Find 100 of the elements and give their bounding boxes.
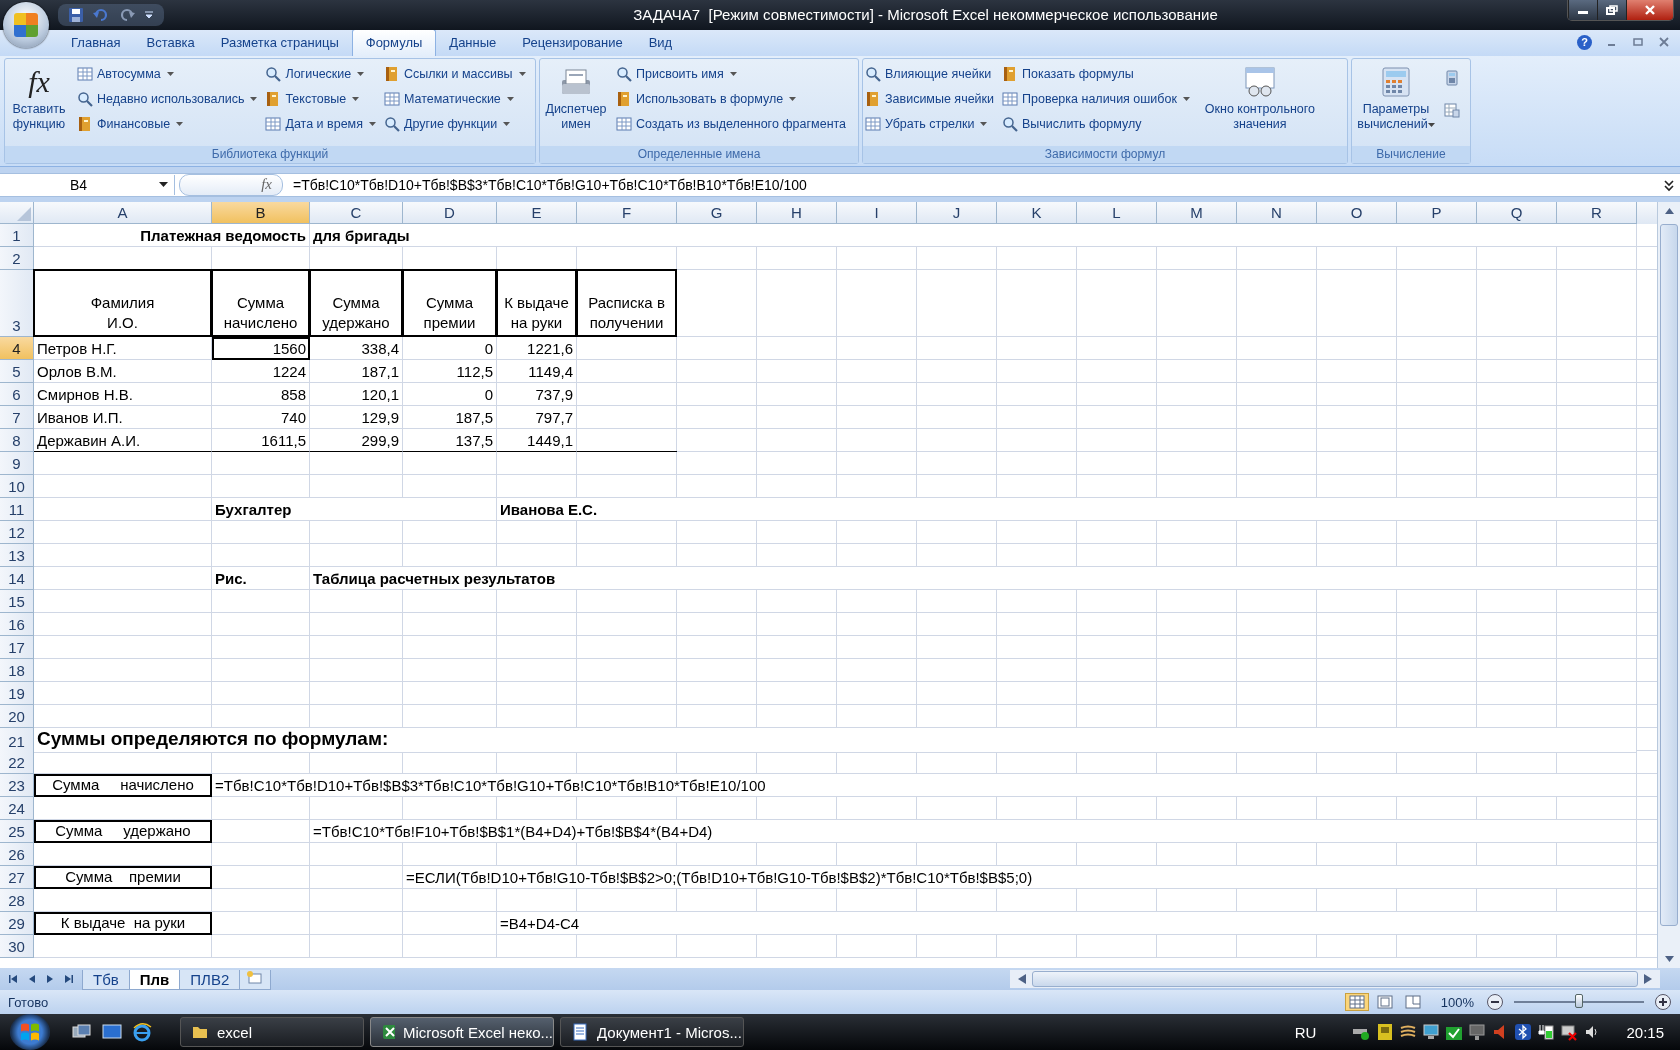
column-header[interactable]: I bbox=[837, 201, 917, 224]
ribbon-tab[interactable]: Вставка bbox=[133, 29, 208, 56]
row-header[interactable]: 2 bbox=[0, 246, 34, 270]
column-header[interactable]: M bbox=[1157, 201, 1237, 224]
row-header[interactable]: 25 bbox=[0, 819, 34, 843]
taskbar-button[interactable]: excel bbox=[180, 1017, 364, 1047]
view-button[interactable] bbox=[1344, 993, 1369, 1011]
column-header[interactable]: O bbox=[1317, 201, 1397, 224]
ribbon-button[interactable]: Создать из выделенного фрагмента bbox=[616, 113, 849, 134]
column-header[interactable]: H bbox=[757, 201, 837, 224]
row-header[interactable]: 7 bbox=[0, 405, 34, 429]
formula-field[interactable]: =Тбв!C10*Тбв!D10+Тбв!$B$3*Тбв!C10*Тбв!G10+Тбв!C10*Тбв!B10*Тбв!E10/100 bbox=[283, 176, 1658, 193]
row-header[interactable]: 15 bbox=[0, 589, 34, 613]
column-header[interactable]: G bbox=[677, 201, 757, 224]
row-header[interactable]: 10 bbox=[0, 474, 34, 498]
ribbon-button[interactable]: Присвоить имя bbox=[616, 63, 849, 84]
row-header[interactable]: 11 bbox=[0, 497, 34, 521]
row-header[interactable]: 27 bbox=[0, 865, 34, 889]
ribbon-button[interactable]: Показать формулы bbox=[1002, 63, 1192, 84]
minimize-button[interactable] bbox=[1568, 0, 1597, 20]
close-button[interactable] bbox=[1626, 0, 1673, 20]
row-header[interactable]: 17 bbox=[0, 635, 34, 659]
column-header[interactable]: Q bbox=[1477, 201, 1557, 224]
column-header[interactable]: R bbox=[1557, 201, 1637, 224]
desktop-icon[interactable] bbox=[102, 1023, 122, 1041]
row-header[interactable]: 16 bbox=[0, 612, 34, 636]
horizontal-scrollbar[interactable] bbox=[1010, 970, 1660, 989]
restore-button[interactable] bbox=[1597, 0, 1626, 20]
bluetooth-icon[interactable] bbox=[1514, 1023, 1533, 1041]
ribbon-button[interactable]: Использовать в формуле bbox=[616, 88, 849, 109]
taskbar-button[interactable]: Microsoft Excel неко... bbox=[370, 1017, 554, 1047]
ribbon-button[interactable]: Финансовые bbox=[77, 113, 260, 134]
row-header[interactable]: 23 bbox=[0, 773, 34, 797]
ribbon-large-button[interactable]: fx Вставить функцию bbox=[7, 61, 71, 143]
zoom-slider-thumb[interactable] bbox=[1575, 994, 1583, 1008]
row-header[interactable]: 9 bbox=[0, 451, 34, 475]
name-box[interactable]: B4 bbox=[0, 174, 175, 195]
office-button[interactable] bbox=[3, 2, 49, 48]
row-header[interactable]: 4 bbox=[0, 336, 34, 360]
ribbon-tab[interactable]: Данные bbox=[436, 29, 510, 56]
switch-windows-icon[interactable] bbox=[72, 1023, 92, 1041]
ribbon-large-button[interactable]: Параметры вычислений bbox=[1354, 61, 1438, 143]
save-icon[interactable] bbox=[68, 7, 84, 23]
power-icon[interactable] bbox=[1537, 1023, 1556, 1041]
row-header[interactable]: 1 bbox=[0, 223, 34, 247]
sheet-nav-icon[interactable] bbox=[8, 973, 20, 986]
column-header[interactable]: E bbox=[497, 201, 577, 224]
row-header[interactable]: 22 bbox=[0, 750, 34, 774]
sheet-tab[interactable]: ПЛВ2 bbox=[179, 970, 241, 991]
start-button[interactable] bbox=[10, 1014, 50, 1050]
ribbon-button[interactable]: Влияющие ячейки bbox=[865, 63, 997, 84]
sheet-nav-icon[interactable] bbox=[62, 973, 74, 986]
ribbon-button[interactable]: Вычислить формулу bbox=[1002, 113, 1192, 134]
ribbon-button[interactable]: Другие функции bbox=[383, 113, 528, 134]
column-header[interactable]: B bbox=[212, 201, 310, 224]
row-header[interactable]: 18 bbox=[0, 658, 34, 682]
column-header[interactable]: C bbox=[310, 201, 403, 224]
restore-icon[interactable] bbox=[1632, 36, 1644, 49]
column-header[interactable]: F bbox=[577, 201, 677, 224]
ribbon-tab[interactable]: Разметка страницы bbox=[207, 29, 352, 56]
row-header[interactable]: 3 bbox=[0, 269, 34, 337]
ribbon-button[interactable]: Логические bbox=[265, 63, 378, 84]
redo-icon[interactable] bbox=[118, 7, 136, 23]
vertical-scrollbar[interactable] bbox=[1657, 201, 1680, 969]
ribbon-button[interactable]: Автосумма bbox=[77, 63, 260, 84]
column-header[interactable]: D bbox=[403, 201, 497, 224]
ribbon-large-button[interactable]: Диспетчер имен bbox=[542, 61, 610, 143]
row-header[interactable]: 20 bbox=[0, 704, 34, 728]
ribbon-button[interactable]: Дата и время bbox=[265, 113, 378, 134]
sheet-tab[interactable]: Плв bbox=[128, 970, 181, 991]
network-disconnected-icon[interactable] bbox=[1560, 1023, 1579, 1041]
ribbon-tab[interactable]: Вид bbox=[635, 29, 686, 56]
ribbon-tab[interactable]: Формулы bbox=[351, 28, 437, 56]
ribbon-button[interactable]: Убрать стрелки bbox=[865, 113, 997, 134]
zoom-out-icon[interactable] bbox=[1486, 993, 1504, 1011]
row-header[interactable]: 26 bbox=[0, 842, 34, 866]
column-header[interactable]: K bbox=[997, 201, 1077, 224]
expand-icon[interactable] bbox=[1662, 177, 1676, 192]
column-header[interactable]: N bbox=[1237, 201, 1317, 224]
row-header[interactable]: 29 bbox=[0, 911, 34, 935]
ribbon-tab[interactable]: Главная bbox=[58, 29, 134, 56]
row-header[interactable]: 6 bbox=[0, 382, 34, 406]
close-icon[interactable] bbox=[1658, 36, 1670, 49]
monitor-icon[interactable] bbox=[1468, 1023, 1487, 1041]
column-header[interactable]: P bbox=[1397, 201, 1477, 224]
insert-function-button[interactable]: fx bbox=[179, 173, 283, 196]
row-header[interactable]: 5 bbox=[0, 359, 34, 383]
row-header[interactable]: 13 bbox=[0, 543, 34, 567]
column-header[interactable]: A bbox=[34, 201, 212, 224]
undo-icon[interactable] bbox=[92, 7, 110, 23]
monitor-icon[interactable] bbox=[1422, 1023, 1441, 1041]
row-header[interactable]: 24 bbox=[0, 796, 34, 820]
ribbon-button[interactable]: Проверка наличия ошибок bbox=[1002, 88, 1192, 109]
help-button[interactable]: ? bbox=[1577, 34, 1592, 50]
browser-icon[interactable] bbox=[132, 1022, 152, 1042]
column-header[interactable]: J bbox=[917, 201, 997, 224]
language-indicator[interactable]: RU bbox=[1294, 1023, 1317, 1041]
calculator-icon[interactable] bbox=[1444, 69, 1460, 86]
row-header[interactable]: 12 bbox=[0, 520, 34, 544]
row-header[interactable]: 28 bbox=[0, 888, 34, 912]
